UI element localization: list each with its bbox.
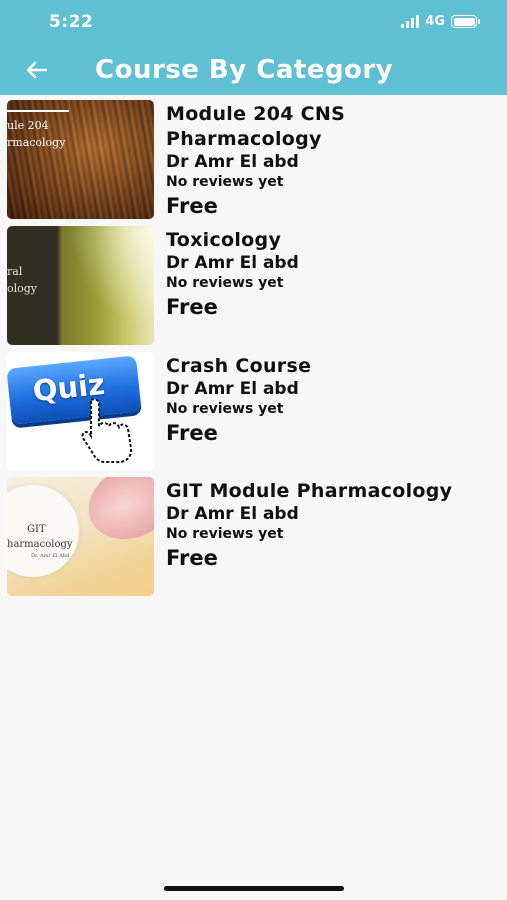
course-price: Free bbox=[166, 546, 218, 570]
course-instructor: Dr Amr El abd bbox=[166, 152, 299, 172]
course-info: Toxicology Dr Amr El abd No reviews yet … bbox=[166, 228, 504, 322]
course-thumbnail: Quiz bbox=[7, 352, 154, 471]
course-instructor: Dr Amr El abd bbox=[166, 504, 299, 524]
course-card[interactable]: ral ology Toxicology Dr Amr El abd No re… bbox=[7, 226, 507, 346]
course-reviews: No reviews yet bbox=[166, 174, 284, 190]
app-header: 5:22 4G Course By Category bbox=[0, 0, 507, 95]
home-indicator[interactable] bbox=[164, 886, 344, 891]
thumbnail-text: ology bbox=[7, 281, 38, 295]
network-type: 4G bbox=[425, 14, 445, 29]
thumbnail-text: harmacology bbox=[7, 539, 73, 550]
pointer-hand-icon bbox=[81, 398, 133, 463]
course-price: Free bbox=[166, 194, 218, 218]
status-icons: 4G bbox=[401, 14, 480, 29]
course-reviews: No reviews yet bbox=[166, 275, 284, 291]
arrow-left-icon bbox=[26, 61, 47, 79]
course-reviews: No reviews yet bbox=[166, 401, 284, 417]
course-thumbnail: GIT harmacology Dr. Amr El Abd bbox=[7, 477, 154, 596]
page-title: Course By Category bbox=[95, 55, 394, 85]
thumbnail-text: rmacology bbox=[7, 135, 66, 149]
course-price: Free bbox=[166, 421, 218, 445]
course-thumbnail: ule 204 rmacology bbox=[7, 100, 154, 219]
course-price: Free bbox=[166, 295, 218, 319]
course-title[interactable]: Crash Course bbox=[166, 354, 504, 379]
thumbnail-text: Dr. Amr El Abd bbox=[31, 553, 70, 559]
battery-icon bbox=[451, 15, 480, 28]
course-title[interactable]: Toxicology bbox=[166, 228, 504, 253]
course-info: Crash Course Dr Amr El abd No reviews ye… bbox=[166, 354, 504, 448]
thumbnail-text: ule 204 bbox=[7, 119, 49, 132]
back-button[interactable] bbox=[22, 56, 50, 84]
status-bar: 5:22 4G bbox=[0, 0, 507, 46]
course-title[interactable]: GIT Module Pharmacology bbox=[166, 479, 504, 504]
course-thumbnail: ral ology bbox=[7, 226, 154, 345]
course-reviews: No reviews yet bbox=[166, 526, 284, 542]
course-info: Module 204 CNS Pharmacology Dr Amr El ab… bbox=[166, 102, 504, 221]
course-instructor: Dr Amr El abd bbox=[166, 379, 299, 399]
signal-icon bbox=[401, 15, 420, 28]
course-instructor: Dr Amr El abd bbox=[166, 253, 299, 273]
course-title[interactable]: Module 204 CNS Pharmacology bbox=[166, 102, 504, 152]
course-card[interactable]: GIT harmacology Dr. Amr El Abd GIT Modul… bbox=[7, 477, 507, 597]
status-time: 5:22 bbox=[49, 12, 94, 32]
course-info: GIT Module Pharmacology Dr Amr El abd No… bbox=[166, 479, 504, 573]
thumbnail-text: ral bbox=[7, 265, 23, 278]
thumbnail-text: GIT bbox=[27, 524, 46, 535]
course-card[interactable]: ule 204 rmacology Module 204 CNS Pharmac… bbox=[7, 100, 507, 220]
course-card[interactable]: Quiz Crash Course Dr Amr El abd No revie… bbox=[7, 352, 507, 472]
